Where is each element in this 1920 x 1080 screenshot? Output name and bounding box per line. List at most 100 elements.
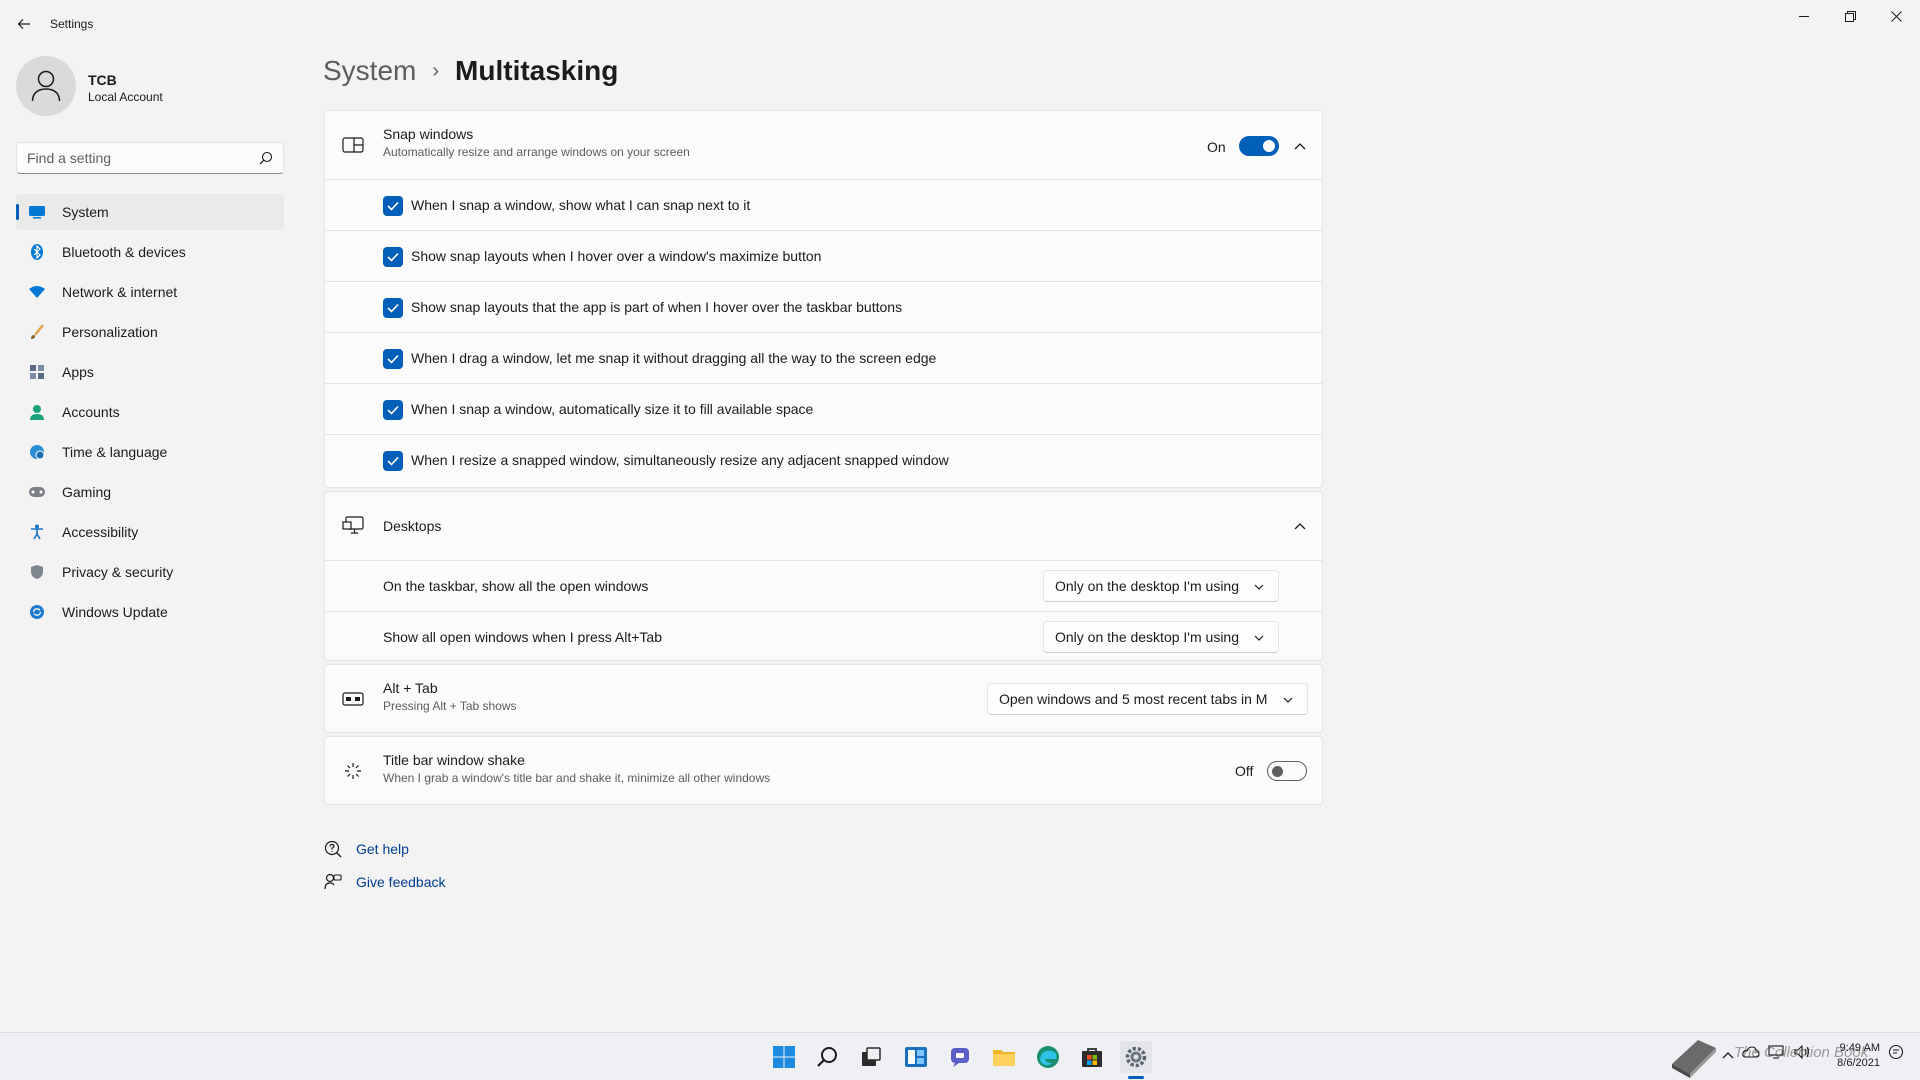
clock-date: 8/6/2021 [1837,1057,1880,1069]
checkmark-icon [387,405,399,415]
globe-clock-icon [28,443,46,461]
widgets-icon[interactable] [900,1041,932,1073]
search-icon[interactable] [259,151,273,165]
sidebar-item-label: Network & internet [62,284,178,300]
desktops-title: Desktops [383,518,442,534]
chevron-up-icon[interactable] [1292,518,1308,534]
sidebar-item-label: Gaming [62,484,112,500]
person-icon [28,403,46,421]
task-view-icon[interactable] [855,1041,887,1073]
search-icon[interactable] [812,1041,844,1073]
settings-icon[interactable] [1120,1041,1152,1073]
window-shake-title: Title bar window shake [383,752,525,768]
snap-option-label: When I snap a window, show what I can sn… [411,197,751,213]
cloud-icon[interactable] [1742,1045,1760,1062]
search-input[interactable] [27,150,259,166]
sidebar-item-system[interactable]: System [16,194,284,230]
restore-icon [1844,10,1856,22]
snap-option-label: When I drag a window, let me snap it wit… [411,350,937,366]
store-icon[interactable] [1076,1041,1108,1073]
snap-option-row: When I resize a snapped window, simultan… [325,434,1322,485]
chevron-down-icon [1281,693,1295,707]
sidebar-item-time-language[interactable]: Time & language [16,434,284,470]
bluetooth-icon [28,243,46,261]
sidebar-item-label: Windows Update [62,604,168,620]
edge-icon[interactable] [1032,1041,1064,1073]
snap-option-checkbox[interactable] [383,349,403,369]
notification-icon[interactable] [1888,1044,1904,1063]
snap-option-checkbox[interactable] [383,451,403,471]
volume-icon[interactable] [1794,1044,1812,1062]
back-button[interactable] [12,12,36,36]
taskbar [0,1032,1920,1080]
sidebar-item-windows-update[interactable]: Windows Update [16,594,284,630]
sidebar-item-label: System [62,204,109,220]
minimize-button[interactable] [1781,0,1827,32]
give-feedback-label: Give feedback [356,874,446,890]
sidebar-item-label: Accounts [62,404,120,420]
network-icon[interactable] [1768,1045,1786,1062]
sidebar-item-label: Accessibility [62,524,139,540]
sidebar-item-personalization[interactable]: Personalization [16,314,284,350]
sidebar-item-bluetooth[interactable]: Bluetooth & devices [16,234,284,270]
get-help-icon [324,840,342,858]
file-explorer-icon[interactable] [988,1041,1020,1073]
chevron-down-icon [1252,631,1266,645]
sidebar-item-gaming[interactable]: Gaming [16,474,284,510]
alt-tab-card: Alt + Tab Pressing Alt + Tab shows Open … [324,664,1323,733]
desktops-header[interactable]: Desktops [325,492,1322,560]
snap-option-row: Show snap layouts that the app is part o… [325,281,1322,332]
give-feedback-link[interactable]: Give feedback [324,873,446,891]
title-bar: Settings [0,0,1920,48]
chevron-up-icon[interactable] [1292,138,1308,154]
clock[interactable]: 9:49 AM 8/6/2021 [1820,1041,1880,1071]
sidebar-item-label: Time & language [62,444,168,460]
settings-search-box[interactable] [16,142,284,174]
snap-windows-toggle[interactable] [1239,136,1279,156]
close-button[interactable] [1873,0,1919,32]
snap-option-checkbox[interactable] [383,247,403,267]
restore-button[interactable] [1827,0,1873,32]
desktops-alttab-label: Show all open windows when I press Alt+T… [383,629,662,645]
sidebar-item-network[interactable]: Network & internet [16,274,284,310]
taskbar-windows-dropdown[interactable]: Only on the desktop I'm using [1043,570,1279,602]
wifi-icon [28,283,46,301]
checkmark-icon [387,252,399,262]
get-help-link[interactable]: Get help [324,840,409,858]
system-icon [28,203,46,221]
desktops-taskbar-label: On the taskbar, show all the open window… [383,578,649,594]
sidebar-item-accessibility[interactable]: Accessibility [16,514,284,550]
snap-windows-header[interactable]: Snap windows Automatically resize and ar… [325,111,1322,179]
dropdown-value: Open windows and 5 most recent tabs in M [999,691,1268,707]
snap-toggle-state: On [1207,139,1226,155]
alttab-desktop-dropdown[interactable]: Only on the desktop I'm using [1043,621,1279,653]
chat-icon[interactable] [944,1041,976,1073]
user-profile[interactable]: TCB Local Account [16,56,286,118]
sidebar-item-privacy[interactable]: Privacy & security [16,554,284,590]
start-icon[interactable] [768,1041,800,1073]
chevron-up-tray-icon[interactable] [1722,1048,1734,1062]
toggle-knob [1263,140,1275,152]
alt-tab-dropdown[interactable]: Open windows and 5 most recent tabs in M [987,683,1308,715]
app-title: Settings [50,17,94,31]
sidebar-item-apps[interactable]: Apps [16,354,284,390]
window-shake-header: Title bar window shake When I grab a win… [325,737,1322,805]
sidebar-item-accounts[interactable]: Accounts [16,394,284,430]
window-shake-card: Title bar window shake When I grab a win… [324,736,1323,805]
snap-windows-subtitle: Automatically resize and arrange windows… [383,145,690,159]
alt-tab-title: Alt + Tab [383,680,438,696]
snap-option-checkbox[interactable] [383,196,403,216]
toggle-knob [1272,766,1283,777]
desktops-card: Desktops On the taskbar, show all the op… [324,491,1323,661]
desktops-taskbar-row: On the taskbar, show all the open window… [325,560,1322,611]
minimize-icon [1799,16,1809,17]
accessibility-icon [28,523,46,541]
avatar [16,56,76,116]
window-shake-toggle[interactable] [1267,761,1307,781]
clock-time: 9:49 AM [1839,1042,1880,1054]
breadcrumb-parent[interactable]: System [323,55,416,87]
profile-name: TCB [88,72,117,88]
checkmark-icon [387,456,399,466]
snap-option-checkbox[interactable] [383,400,403,420]
snap-option-checkbox[interactable] [383,298,403,318]
